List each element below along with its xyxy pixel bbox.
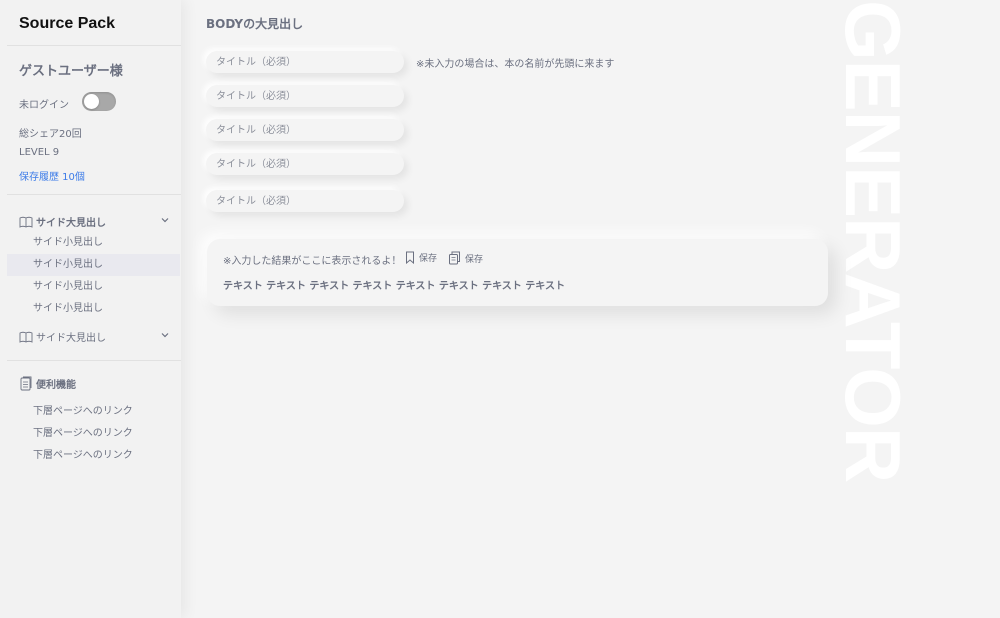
watermark-text: GENERATOR bbox=[842, 0, 904, 483]
copy-label: 保存 bbox=[465, 254, 484, 265]
bookmark-icon bbox=[406, 251, 414, 264]
user-name: ゲストユーザー様 bbox=[19, 64, 123, 79]
copy-button[interactable]: 保存 bbox=[448, 251, 483, 265]
result-card: ※入力した結果がここに表示されるよ！ 保存 保存 テキスト テキスト テキスト … bbox=[207, 239, 828, 306]
toggle-knob bbox=[84, 94, 99, 109]
document-icon bbox=[20, 376, 32, 391]
brand-logo[interactable]: Source Pack bbox=[19, 15, 115, 33]
login-status: 未ログイン bbox=[19, 100, 69, 111]
user-level: LEVEL 9 bbox=[19, 147, 60, 158]
utilities-heading: 便利機能 bbox=[19, 376, 76, 391]
title-input-1[interactable] bbox=[206, 51, 404, 73]
page-title: BODYの大見出し bbox=[206, 17, 304, 31]
title-input-3[interactable] bbox=[206, 119, 404, 141]
utilities-label: 便利機能 bbox=[36, 380, 76, 391]
divider bbox=[7, 360, 181, 361]
divider bbox=[7, 194, 181, 195]
bookmark-button[interactable]: 保存 bbox=[405, 251, 437, 264]
share-count: 総シェア20回 bbox=[19, 129, 82, 140]
result-message: ※入力した結果がここに表示されるよ！ bbox=[223, 256, 402, 267]
sidebar: Source Pack ゲストユーザー様 未ログイン 総シェア20回 LEVEL… bbox=[0, 0, 181, 618]
login-toggle[interactable] bbox=[82, 92, 116, 111]
subpage-link[interactable]: 下層ページへのリンク bbox=[33, 402, 133, 417]
sidebar-group-1[interactable]: サイド大見出し bbox=[19, 214, 106, 229]
title-input-4[interactable] bbox=[206, 153, 404, 175]
input-note: ※未入力の場合は、本の名前が先頭に来ます bbox=[416, 59, 615, 70]
group-label: サイド大見出し bbox=[36, 333, 106, 344]
chevron-down-icon[interactable] bbox=[160, 215, 170, 225]
subpage-link[interactable]: 下層ページへのリンク bbox=[33, 424, 133, 439]
title-input-5[interactable] bbox=[206, 190, 404, 212]
sidebar-sub-item-active[interactable]: サイド小見出し bbox=[7, 254, 180, 276]
sidebar-sub-item[interactable]: サイド小見出し bbox=[7, 276, 180, 298]
title-input-2[interactable] bbox=[206, 85, 404, 107]
copy-icon bbox=[449, 251, 460, 265]
book-icon bbox=[19, 216, 33, 228]
sidebar-sub-item[interactable]: サイド小見出し bbox=[7, 298, 180, 320]
watermark: GENERATOR bbox=[842, 0, 904, 515]
book-icon bbox=[19, 331, 33, 343]
bookmark-label: 保存 bbox=[419, 254, 438, 264]
divider bbox=[7, 45, 181, 46]
chevron-down-icon[interactable] bbox=[160, 330, 170, 340]
save-history-link[interactable]: 保存履歴 10個 bbox=[19, 168, 85, 183]
sidebar-sub-item[interactable]: サイド小見出し bbox=[7, 232, 180, 254]
subpage-link[interactable]: 下層ページへのリンク bbox=[33, 446, 133, 461]
sidebar-group-2[interactable]: サイド大見出し bbox=[19, 329, 106, 344]
result-text: テキスト テキスト テキスト テキスト テキスト テキスト テキスト テキスト bbox=[223, 281, 565, 292]
group-label: サイド大見出し bbox=[36, 218, 106, 229]
